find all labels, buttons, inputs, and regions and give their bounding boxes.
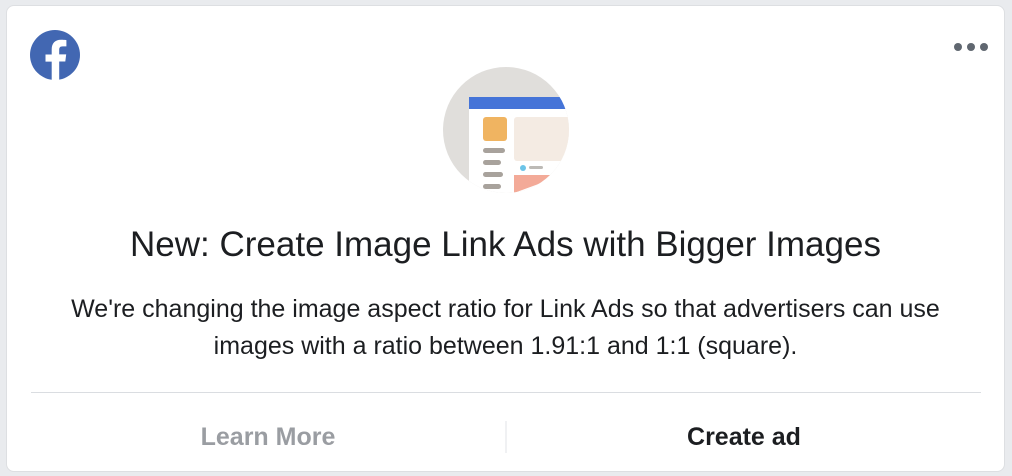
announcement-card: New: Create Image Link Ads with Bigger I… <box>6 5 1005 472</box>
description-text: We're changing the image aspect ratio fo… <box>71 295 940 360</box>
more-dot <box>980 43 988 51</box>
ad-preview-illustration <box>443 67 569 193</box>
learn-more-button[interactable]: Learn More <box>31 393 505 473</box>
more-dot <box>967 43 975 51</box>
card-footer: Learn More Create ad <box>31 393 981 473</box>
more-options-button[interactable] <box>954 40 988 54</box>
description: We're changing the image aspect ratio fo… <box>7 291 1004 365</box>
facebook-logo-icon <box>30 30 80 80</box>
create-ad-button[interactable]: Create ad <box>507 393 981 473</box>
headline: New: Create Image Link Ads with Bigger I… <box>130 225 881 264</box>
more-dot <box>954 43 962 51</box>
